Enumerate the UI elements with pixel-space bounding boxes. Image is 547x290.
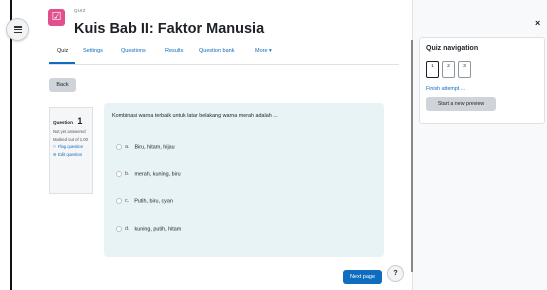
question-label: Question — [53, 120, 73, 125]
tab-results[interactable]: Results — [165, 48, 183, 54]
quiz-icon: ☑ — [48, 9, 65, 26]
finish-attempt-link[interactable]: Finish attempt ... — [426, 86, 465, 92]
next-page-button[interactable]: Next page — [343, 270, 382, 284]
radio-button[interactable] — [116, 226, 122, 232]
page-title: Kuis Bab II: Faktor Manusia — [74, 21, 265, 37]
radio-button[interactable] — [116, 144, 122, 150]
question-grade: Marked out of 1.00 — [53, 136, 88, 142]
back-button[interactable]: Back — [49, 78, 76, 92]
flag-icon: ⚐ — [53, 144, 57, 149]
flag-question-link[interactable]: ⚐ Flag question — [53, 144, 89, 150]
quiz-navigation-title: Quiz navigation — [426, 45, 479, 52]
tab-quiz[interactable]: Quiz — [57, 48, 68, 54]
tab-settings[interactable]: Settings — [83, 48, 103, 54]
question-text: Kombinasi warna terbaik untuk latar bela… — [112, 113, 278, 119]
answer-option-d[interactable]: d. kuning, putih, hitam — [116, 226, 181, 232]
help-button[interactable]: ? — [387, 265, 404, 282]
course-index-toggle-button[interactable] — [6, 18, 29, 41]
left-rail — [0, 0, 12, 290]
radio-button[interactable] — [116, 171, 122, 177]
question-form: Kombinasi warna terbaik untuk latar bela… — [104, 103, 384, 257]
secondary-navigation: Quiz Settings Questions Results Question… — [49, 46, 399, 65]
question-nav-button-3[interactable]: 3 — [458, 61, 471, 78]
answer-option-a[interactable]: a. Biru, hitam, hijau — [116, 144, 175, 150]
start-new-preview-button[interactable]: Start a new preview — [426, 97, 496, 111]
gear-icon: ⚙ — [53, 151, 57, 157]
close-drawer-icon[interactable]: × — [535, 18, 540, 28]
radio-button[interactable] — [116, 198, 122, 204]
edit-question-link[interactable]: ⚙ Edit question — [53, 152, 89, 158]
answer-option-c[interactable]: c. Putih, biru, cyan — [116, 198, 173, 204]
scrollbar[interactable] — [411, 40, 413, 272]
tab-questions[interactable]: Questions — [121, 48, 146, 54]
active-tab-indicator — [49, 62, 75, 64]
question-nav-button-2[interactable]: 2 — [442, 61, 455, 78]
question-nav-button-1[interactable]: 1 — [426, 61, 439, 78]
quiz-navigation-block: Quiz navigation 1 2 3 Finish attempt ...… — [419, 37, 545, 124]
menu-icon — [13, 26, 22, 33]
activity-type-label: QUIZ — [74, 8, 86, 13]
tab-more[interactable]: More ▾ — [255, 48, 272, 54]
question-number: 1 — [77, 116, 83, 126]
question-state: Not yet answered — [53, 129, 86, 134]
answer-option-b[interactable]: b. merah, kuning, biru — [116, 171, 181, 177]
question-info-panel: Question 1 Not yet answered Marked out o… — [49, 107, 93, 194]
tab-question-bank[interactable]: Question bank — [199, 48, 234, 54]
